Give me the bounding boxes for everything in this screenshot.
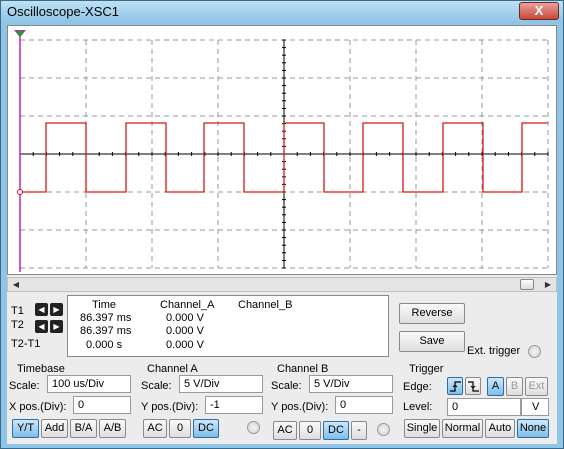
channel-a-zero-button[interactable]: 0 (169, 419, 191, 438)
trigger-source-b-button[interactable]: B (506, 377, 523, 396)
readout-t1-time: 86.397 ms (80, 312, 132, 324)
save-button[interactable]: Save (399, 331, 465, 352)
time-scrollbar[interactable]: ◀ ▶ (7, 277, 557, 292)
oscilloscope-window: Oscilloscope-XSC1 X ◀ ▶ T1 ◀ ▶ T2 ◀ ▶ T2… (0, 0, 564, 449)
channel-a-scale-label: Scale: (141, 380, 172, 392)
trigger-source-a-button[interactable]: A (487, 377, 504, 396)
trigger-level-label: Level: (403, 401, 433, 413)
falling-edge-icon[interactable] (465, 377, 481, 395)
timebase-title: Timebase (17, 363, 65, 375)
channel-b-ypos-label: Y pos.(Div): (271, 401, 329, 413)
channel-b-zero-button[interactable]: 0 (299, 421, 321, 440)
trigger-level-unit[interactable]: V (521, 398, 549, 416)
channel-b-scale-label: Scale: (271, 380, 302, 392)
channel-b-title: Channel B (277, 363, 329, 375)
readout-t1-channel-a: 0.000 V (166, 312, 204, 324)
rising-edge-icon[interactable] (447, 377, 463, 395)
scope-display (14, 30, 549, 272)
channel-a-ypos-field[interactable]: -1 (205, 396, 263, 414)
reverse-button[interactable]: Reverse (399, 303, 465, 324)
arrow-right-icon[interactable]: ▶ (50, 303, 63, 316)
scope-screen (7, 25, 557, 275)
cursor-t2t1-label: T2-T1 (11, 338, 41, 350)
scroll-thumb[interactable] (520, 279, 534, 290)
channel-b-dc-button[interactable]: DC (323, 421, 349, 440)
channel-a-ground-marker[interactable] (17, 189, 23, 195)
title-bar[interactable]: Oscilloscope-XSC1 X (1, 1, 563, 23)
channel-b-terminal[interactable] (377, 423, 390, 436)
timebase-xpos-label: X pos.(Div): (9, 401, 67, 413)
timebase-scale-label: Scale: (9, 380, 40, 392)
ext-trigger-terminal[interactable] (528, 345, 541, 358)
trigger-title: Trigger (409, 363, 444, 375)
channel-a-title: Channel A (147, 363, 198, 375)
cursor-t1-label: T1 (11, 305, 24, 317)
readout-t2-time: 86.397 ms (80, 325, 132, 337)
arrow-left-icon[interactable]: ◀ (35, 320, 48, 333)
channel-a-trace (20, 122, 548, 193)
readout-header-channel-a: Channel_A (160, 299, 215, 311)
cursor-t2-label: T2 (11, 319, 24, 331)
channel-b-negative-button[interactable]: - (351, 421, 367, 440)
readout-header-time: Time (92, 299, 117, 311)
readout-t2t1-channel-a: 0.000 V (166, 339, 204, 351)
trigger-none-button[interactable]: None (517, 419, 549, 438)
close-button[interactable]: X (519, 2, 559, 20)
trigger-level-field[interactable]: 0 (447, 398, 521, 416)
window-body: ◀ ▶ T1 ◀ ▶ T2 ◀ ▶ T2-T1 Time Channel_A C… (7, 25, 557, 444)
scroll-left-icon[interactable]: ◀ (10, 279, 22, 290)
timebase-xpos-field[interactable]: 0 (73, 396, 131, 414)
channel-a-ac-button[interactable]: AC (143, 419, 167, 438)
channel-b-ac-button[interactable]: AC (273, 421, 297, 440)
channel-a-scale-field[interactable]: 5 V/Div (179, 375, 263, 393)
readout-t2t1-time: 0.000 s (86, 339, 123, 351)
trigger-marker (17, 30, 23, 36)
arrow-left-icon[interactable]: ◀ (35, 303, 48, 316)
readout-t2-channel-a: 0.000 V (166, 325, 204, 337)
channel-a-terminal[interactable] (247, 421, 260, 434)
mode-add-button[interactable]: Add (41, 419, 68, 438)
window-title: Oscilloscope-XSC1 (7, 4, 119, 19)
arrow-right-icon[interactable]: ▶ (50, 320, 63, 333)
mode-ba-button[interactable]: B/A (70, 419, 97, 438)
measurement-readout: Time Channel_A Channel_B 86.397 ms 0.000… (67, 295, 389, 357)
mode-ab-button[interactable]: A/B (99, 419, 126, 438)
trigger-source-ext-button[interactable]: Ext (525, 377, 548, 396)
trigger-auto-button[interactable]: Auto (485, 419, 515, 438)
trigger-single-button[interactable]: Single (404, 419, 440, 438)
timebase-scale-field[interactable]: 100 us/Div (47, 375, 131, 393)
scroll-right-icon[interactable]: ▶ (542, 279, 554, 290)
channel-a-dc-button[interactable]: DC (193, 419, 219, 438)
readout-header-channel-b: Channel_B (238, 299, 293, 311)
trigger-edge-label: Edge: (403, 381, 432, 393)
channel-a-ypos-label: Y pos.(Div): (141, 401, 199, 413)
channel-b-scale-field[interactable]: 5 V/Div (309, 375, 393, 393)
mode-yt-button[interactable]: Y/T (12, 419, 39, 438)
trigger-normal-button[interactable]: Normal (442, 419, 483, 438)
ext-trigger-label: Ext. trigger (467, 345, 521, 357)
channel-b-ypos-field[interactable]: 0 (335, 396, 393, 414)
